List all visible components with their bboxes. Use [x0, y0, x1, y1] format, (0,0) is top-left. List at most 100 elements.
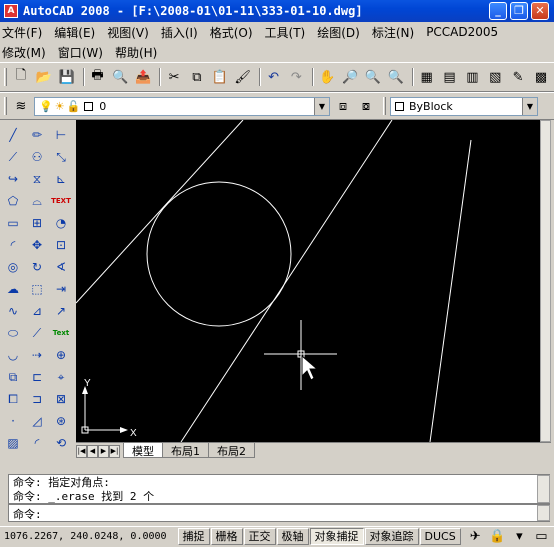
chevron-down-icon[interactable]: ▼	[522, 97, 537, 115]
command-input-scrollbar[interactable]	[537, 505, 550, 521]
status-toggle[interactable]: 极轴	[276, 528, 309, 545]
tab-first-button[interactable]: |◀	[76, 445, 87, 458]
chamfer-icon[interactable]: ◿	[25, 410, 49, 432]
new-file-icon[interactable]: 🗋	[11, 67, 31, 87]
ordinate-icon[interactable]: ⊾	[49, 168, 73, 190]
save-icon[interactable]: 💾	[57, 67, 77, 87]
menu-item[interactable]: 窗口(W)	[52, 44, 109, 61]
ellipse-arc-icon[interactable]: ◡	[1, 344, 25, 366]
tolerance-icon[interactable]: ⊕	[49, 344, 73, 366]
entity-circle[interactable]	[146, 181, 292, 327]
toolbar-grip[interactable]	[383, 97, 386, 115]
cut-icon[interactable]: ✂	[164, 67, 184, 87]
dim-edit-icon[interactable]: ⊠	[49, 388, 73, 410]
drawing-area-svg[interactable]: Y X	[75, 119, 551, 443]
break-icon[interactable]: ⊏	[25, 366, 49, 388]
undo-icon[interactable]: ↶	[264, 67, 284, 87]
dimension-icon[interactable]: ⊢	[49, 124, 73, 146]
redo-icon[interactable]: ↷	[286, 67, 306, 87]
status-toggle[interactable]: 对象捕捉	[309, 528, 364, 545]
autocad-app-icon[interactable]: A	[4, 4, 18, 18]
fillet-icon[interactable]: ◜	[25, 432, 49, 454]
color-dropdown[interactable]: ByBlock ▼	[390, 96, 538, 116]
design-center-icon[interactable]: ▤	[440, 67, 460, 87]
restore-button[interactable]: ❐	[510, 2, 528, 20]
print-icon[interactable]: 🖶	[88, 67, 108, 87]
pan-icon[interactable]: ✋	[317, 67, 337, 87]
menu-item[interactable]: 绘图(D)	[311, 24, 366, 41]
polyline-icon[interactable]: ↪	[1, 168, 25, 190]
menu-item[interactable]: 修改(M)	[0, 44, 52, 61]
ellipse-icon[interactable]: ⬭	[1, 322, 25, 344]
copy-icon[interactable]: ⧉	[187, 67, 207, 87]
vertical-scrollbar[interactable]	[540, 120, 551, 442]
tool-palettes-icon[interactable]: ▥	[462, 67, 482, 87]
dim-update-icon[interactable]: ⟲	[49, 432, 73, 454]
erase-icon[interactable]: ✏	[25, 124, 49, 146]
arc-icon[interactable]: ◜	[1, 234, 25, 256]
status-toggle[interactable]: 对象追踪	[364, 528, 419, 545]
paste-icon[interactable]: 📋	[210, 67, 230, 87]
spline-icon[interactable]: ∿	[1, 300, 25, 322]
copy-object-icon[interactable]: ⚇	[25, 146, 49, 168]
rotate-dim-icon[interactable]: ⊡	[49, 234, 73, 256]
menu-item[interactable]: 插入(I)	[155, 24, 204, 41]
chevron-down-icon[interactable]: ▼	[314, 97, 329, 115]
menu-item[interactable]: 帮助(H)	[109, 44, 163, 61]
hatch-icon[interactable]: ▨	[1, 432, 25, 454]
lock-toolbars-icon[interactable]: 🔒	[488, 527, 507, 547]
menu-item[interactable]: 标注(N)	[366, 24, 420, 41]
entity-line[interactable]	[429, 139, 472, 443]
move-icon[interactable]: ✥	[25, 234, 49, 256]
tab-prev-button[interactable]: ◀	[87, 445, 98, 458]
aligned-dim-icon[interactable]: ⤡	[49, 146, 73, 168]
menu-item[interactable]: 格式(O)	[204, 24, 259, 41]
menu-item[interactable]: 视图(V)	[101, 24, 155, 41]
status-toggle[interactable]: 正交	[243, 528, 276, 545]
layer-manager-icon[interactable]: ≋	[11, 96, 31, 116]
entity-line[interactable]	[180, 119, 393, 443]
radius-icon[interactable]: ◔	[49, 212, 73, 234]
extend-icon[interactable]: ⇢	[25, 344, 49, 366]
make-object-layer-current-icon[interactable]: ⧈	[333, 96, 353, 116]
revcloud-icon[interactable]: ☁	[1, 278, 25, 300]
tab-model[interactable]: 模型	[123, 443, 163, 458]
point-icon[interactable]: ·	[1, 410, 25, 432]
match-properties-icon[interactable]: 🖌	[233, 67, 253, 87]
rectangle-icon[interactable]: ▭	[1, 212, 25, 234]
status-toggle[interactable]: DUCS	[419, 528, 461, 545]
dim-style-icon[interactable]: ⊛	[49, 410, 73, 432]
properties-icon[interactable]: ▦	[417, 67, 437, 87]
layer-previous-icon[interactable]: ⧇	[356, 96, 376, 116]
circle-icon[interactable]: ◎	[1, 256, 25, 278]
status-menu-icon[interactable]: ▾	[510, 527, 529, 547]
line-icon[interactable]: ╱	[1, 124, 25, 146]
baseline-icon[interactable]: ⇥	[49, 278, 73, 300]
tab-layout1[interactable]: 布局1	[162, 443, 209, 458]
tab-last-button[interactable]: ▶|	[109, 445, 120, 458]
clean-screen-icon[interactable]: ▭	[532, 527, 551, 547]
menu-item[interactable]: PCCAD2005	[420, 25, 504, 39]
zoom-window-icon[interactable]: 🔍	[363, 67, 383, 87]
construction-line-icon[interactable]: ⟋	[1, 146, 25, 168]
make-block-icon[interactable]: ⧠	[1, 388, 25, 410]
drawing-canvas[interactable]: Y X	[75, 119, 551, 443]
plot-preview-icon[interactable]: 🔍	[110, 67, 130, 87]
toolbar-grip[interactable]	[4, 97, 7, 115]
leader-icon[interactable]: ↗	[49, 300, 73, 322]
zoom-realtime-icon[interactable]: 🔎	[340, 67, 360, 87]
angular-icon[interactable]: ∢	[49, 256, 73, 278]
command-scrollbar[interactable]	[537, 475, 550, 503]
join-icon[interactable]: ⊐	[25, 388, 49, 410]
trim-icon[interactable]: ⟋	[25, 322, 49, 344]
center-mark-icon[interactable]: ⌖	[49, 366, 73, 388]
menu-item[interactable]: 编辑(E)	[48, 24, 101, 41]
communication-center-icon[interactable]: ✈	[466, 527, 485, 547]
entity-line[interactable]	[75, 119, 244, 304]
status-toggle[interactable]: 捕捉	[177, 528, 210, 545]
minimize-button[interactable]: _	[489, 2, 507, 20]
tab-layout2[interactable]: 布局2	[208, 443, 255, 458]
scale-icon[interactable]: ⬚	[25, 278, 49, 300]
publish-icon[interactable]: 📤	[133, 67, 153, 87]
toolbar-grip[interactable]	[4, 68, 7, 86]
